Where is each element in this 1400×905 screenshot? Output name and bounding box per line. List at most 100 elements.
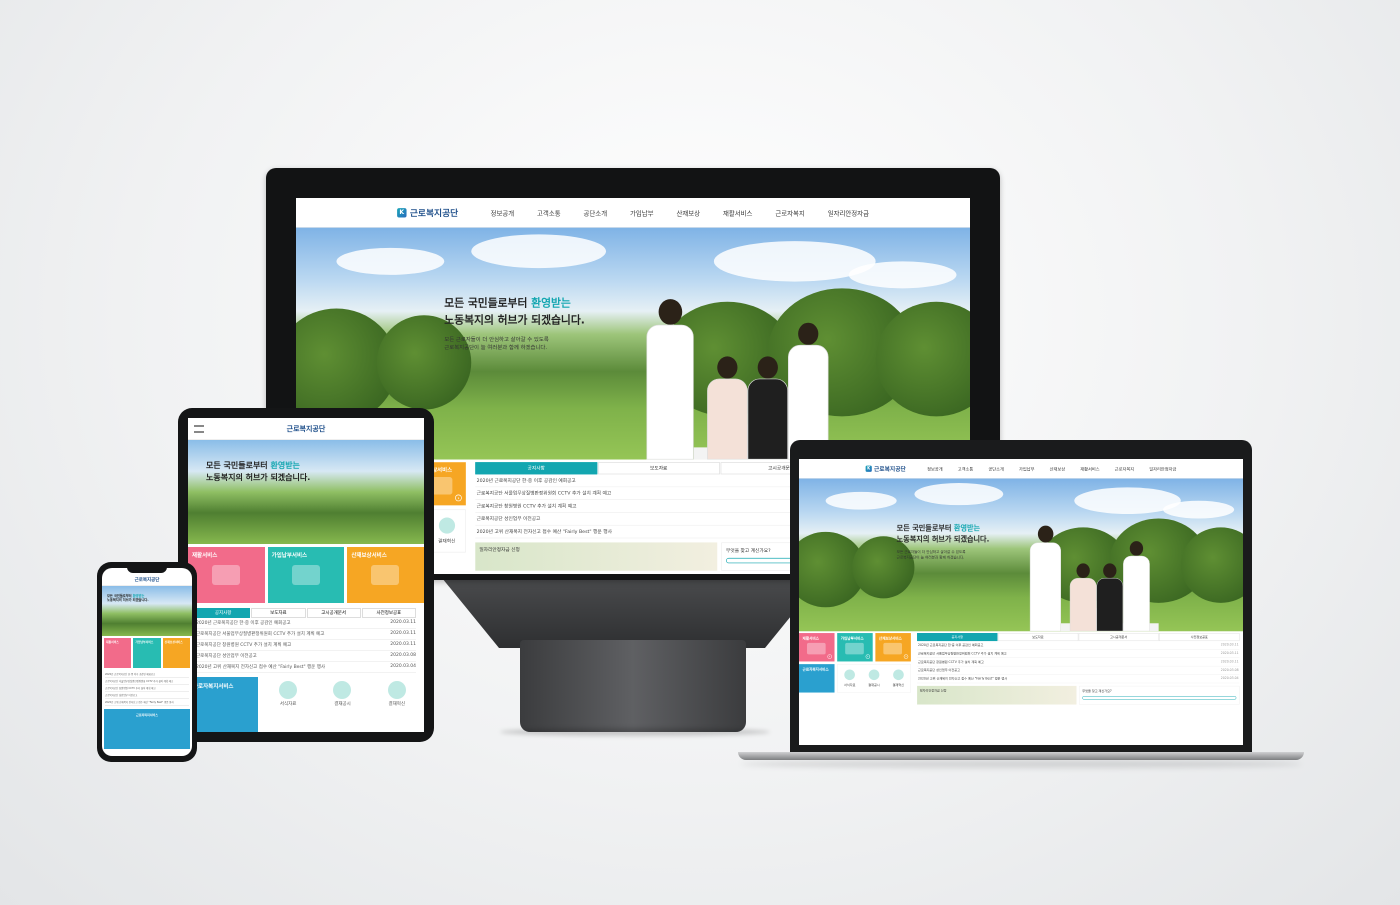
global-nav: K 근로복지공단 정보공개 고객소통 공단소개 가입납부 산재보상 재활서비스 근로자복지 일자리… xyxy=(296,198,970,228)
service-tile[interactable]: 산재보상서비스 xyxy=(162,638,190,668)
notice-item[interactable]: 근로복지공단 서울업무상질병판정위원회 CCTV 추가 설치 계획 예고 2020… xyxy=(196,629,416,640)
service-tile[interactable]: 산재보상서비스 xyxy=(347,547,424,603)
notice-item[interactable]: 근로복지공단 성인업무 이전공고 xyxy=(105,692,189,699)
menu-item[interactable]: 정보공개 xyxy=(927,465,943,472)
notice-date: 2020.03.11 xyxy=(390,631,416,636)
notice-list: 2020년 근로복지공단 한·중 이후 공감인 예회공고2020.03.11근로… xyxy=(917,641,1240,684)
icon-link[interactable]: 결재혁신 xyxy=(893,669,904,687)
service-tile[interactable]: 가입납부서비스 xyxy=(267,547,345,603)
menu-item[interactable]: 일자리안정자금 xyxy=(1149,465,1176,472)
person xyxy=(1029,525,1061,632)
notice-item[interactable]: 근로복지공단 창원병원 CCTV 추가 설치 계획 예고 xyxy=(105,685,189,692)
notice-item[interactable]: 2020년 고위 산재복지 전자신고 접수 예산 "Fairly Best" 행… xyxy=(196,662,416,673)
phone-notch xyxy=(127,567,167,573)
notice-board: 공지사항보도자료고시공개문서사전정보공표2020년 근로복지공단 한·중 이후 … xyxy=(914,631,1243,707)
notice-date: 2020.03.08 xyxy=(1220,668,1239,672)
menu-item[interactable]: 가입납부 xyxy=(1019,465,1035,472)
service-tile[interactable]: 재활서비스 xyxy=(188,547,265,603)
smartphone: 근로복지공단 모든 국민들로부터 환영받는 노동복지의 허브가 되겠습니다. 재활… xyxy=(97,562,197,762)
notice-title: 근로복지공단 서울업무상질병판정위원회 CCTV 추가 설치 계획 예고 xyxy=(196,632,325,637)
notice-tab[interactable]: 보도자료 xyxy=(597,462,720,475)
notice-tab[interactable]: 고시공개문서 xyxy=(306,608,361,618)
notice-date: 2020.03.04 xyxy=(1220,676,1239,681)
notice-tab[interactable]: 사전정보공표 xyxy=(361,608,416,618)
search-banner[interactable]: 무엇을 찾고 계신가요? xyxy=(1079,685,1240,705)
notice-item[interactable]: 근로복지공단 서울업무상질병판정위원회 CCTV 추가 설치 계획 예고 2020… xyxy=(917,649,1240,658)
mobile-welfare-banner[interactable]: 근로자복지서비스 xyxy=(104,709,190,749)
notice-date: 2020.03.04 xyxy=(390,664,416,669)
menu-item[interactable]: 재활서비스 xyxy=(1080,465,1099,472)
menu-item[interactable]: 고객소통 xyxy=(958,465,974,472)
tablet-screen: 근로복지공단 모든 국민들로부터 환영받는 노동복지의 허브가 되겠습니다. 재… xyxy=(188,418,424,732)
notice-item[interactable]: 근로복지공단 성인업무 이전공고 2020.03.08 xyxy=(917,666,1240,675)
service-tile[interactable]: 재활서비스 xyxy=(104,638,132,668)
menu-item[interactable]: 고객소통 xyxy=(537,208,561,217)
notice-item[interactable]: 2020년 근로복지공단 한·중 이후 공감인 예회공고 2020.03.11 xyxy=(196,618,416,629)
tablet-notice-board: 공지사항 보도자료 고시공개문서 사전정보공표 2020년 근로복지공단 한·중 이후… xyxy=(188,606,424,675)
person xyxy=(747,356,789,460)
icon-links: 서식자료 결재공시 결재혁신 xyxy=(837,664,911,693)
menu-item[interactable]: 재활서비스 xyxy=(723,208,752,217)
notice-item[interactable]: 2020년 근로복지공단 한·중 이후 공감인 예회공고 2020.03.11 xyxy=(917,641,1240,650)
menu-item[interactable]: 가입납부 xyxy=(630,208,654,217)
notice-tab[interactable]: 보도자료 xyxy=(251,608,306,618)
bottom-banners: 일자리안정자금 신청 무엇을 찾고 계신가요? xyxy=(917,685,1240,705)
notice-title: 2020년 근로복지공단 한·중 이후 공감인 예회공고 xyxy=(196,621,291,626)
notice-item[interactable]: 근로복지공단 창원병원 CCTV 추가 설치 계획 예고 2020.03.11 xyxy=(917,658,1240,667)
menu-item[interactable]: 근로자복지 xyxy=(775,208,804,217)
menu-item[interactable]: 산재보상 xyxy=(676,208,700,217)
hero-title: 모든 국민들로부터 환영받는 노동복지의 허브가 되겠습니다. xyxy=(896,523,990,544)
document-icon xyxy=(868,669,880,681)
support-banner[interactable]: 일자리안정자금 신청 xyxy=(475,542,718,571)
menu-item[interactable]: 공단소개 xyxy=(988,465,1004,472)
menu-item[interactable]: 공단소개 xyxy=(584,208,608,217)
notice-item[interactable]: 근로복지공단 성인업무 이전공고 2020.03.08 xyxy=(196,651,416,662)
site-logo[interactable]: K 근로복지공단 xyxy=(397,206,458,219)
icon-link[interactable]: 결재혁신 xyxy=(438,517,455,544)
person xyxy=(646,298,694,460)
icon-link[interactable]: 결재혁신 xyxy=(370,677,424,732)
service-icon xyxy=(845,642,864,655)
notice-tab[interactable]: 고시공개문서 xyxy=(1078,633,1159,642)
service-tile[interactable]: 가입납부서비스 › xyxy=(837,633,873,662)
icon-link[interactable]: 서식자료 xyxy=(261,677,315,732)
service-tile[interactable]: 재활서비스 › xyxy=(799,633,835,662)
laptop-screen: K 근로복지공단 정보공개 고객소통 공단소개 가입납부 산재보상 재활서비스 근로자복지 일자리… xyxy=(799,459,1243,745)
icon-link[interactable]: 결재공시 xyxy=(315,677,369,732)
menu-icon[interactable] xyxy=(194,425,204,433)
service-tile[interactable]: 산재보상서비스 › xyxy=(875,633,911,662)
notice-title: 2020년 근로복지공단 한·중 이후 공감인 예회공고 xyxy=(917,643,984,647)
notice-tab[interactable]: 공지사항 xyxy=(917,633,998,642)
tablet-header: 근로복지공단 xyxy=(188,418,424,440)
notice-title: 근로복지공단 서울업무상질병판정위원회 CCTV 추가 설치 계획 예고 xyxy=(917,651,1007,656)
site-logo[interactable]: K 근로복지공단 xyxy=(865,464,906,473)
notice-item[interactable]: 근로복지공단 서울업무상질병판정위원회 CCTV 추가 설치 계획 예고 xyxy=(105,678,189,685)
notice-tab[interactable]: 보도자료 xyxy=(997,633,1079,642)
notice-title: 근로복지공단 성인업무 이전공고 xyxy=(196,654,257,659)
tablet-icon-links: 서식자료 결재공시 결재혁신 xyxy=(261,677,424,732)
notice-tab[interactable]: 공지사항 xyxy=(196,608,251,618)
support-banner[interactable]: 일자리안정자금 신청 xyxy=(917,685,1077,705)
notice-item[interactable]: 근로복지공단 창원병원 CCTV 추가 설치 계획 예고 2020.03.11 xyxy=(196,640,416,651)
icon-link[interactable]: 서식자료 xyxy=(844,669,855,687)
tablet-welfare-banner[interactable]: 근로자복지서비스 xyxy=(188,677,258,732)
notice-title: 근로복지공단 창원병원 CCTV 추가 설치 계획 예고 xyxy=(476,503,577,509)
notice-tab[interactable]: 공지사항 xyxy=(475,462,598,475)
support-banner-label: 일자리안정자금 신청 xyxy=(919,688,947,693)
notice-item[interactable]: 2020년 고위 산재복지 전자신고 접수 예산 "Fairly Best" 행… xyxy=(105,699,189,706)
notice-tab[interactable]: 사전정보공표 xyxy=(1159,633,1240,642)
search-input[interactable] xyxy=(1082,696,1237,700)
menu-item[interactable]: 정보공개 xyxy=(491,208,515,217)
cloud xyxy=(336,247,445,275)
menu-item[interactable]: 근로자복지 xyxy=(1115,465,1134,472)
icon-link[interactable]: 결재공시 xyxy=(868,669,880,687)
notice-date: 2020.03.08 xyxy=(390,653,416,658)
notice-item[interactable]: 2020년 근로복지공단 한·중 이후 공감인 예회공고 xyxy=(105,671,189,678)
service-tile[interactable]: 가입납부서비스 xyxy=(133,638,161,668)
device-mockup-stage: K 근로복지공단 정보공개 고객소통 공단소개 가입납부 산재보상 재활서비스 근로자복지 일자리… xyxy=(0,0,1400,905)
menu-item[interactable]: 일자리안정자금 xyxy=(828,208,869,217)
tablet-logo[interactable]: 근로복지공단 xyxy=(287,424,326,434)
welfare-tile[interactable]: 근로자복지서비스 xyxy=(799,664,835,693)
menu-item[interactable]: 산재보상 xyxy=(1050,465,1066,472)
notice-item[interactable]: 2020년 고위 산재복지 전자신고 접수 예산 "Fairly Best" 행… xyxy=(917,675,1240,684)
